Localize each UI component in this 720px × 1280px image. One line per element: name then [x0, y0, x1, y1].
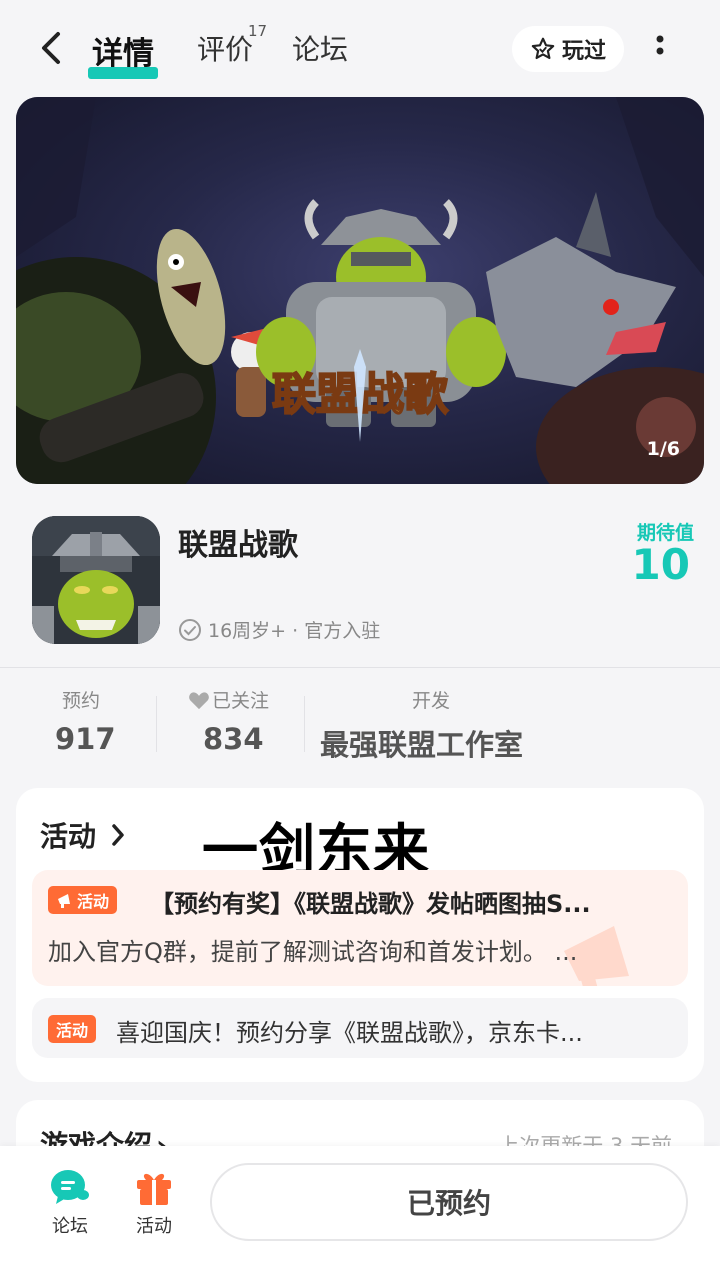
stat-separator [156, 696, 157, 752]
tab-forum[interactable]: 论坛 [292, 28, 348, 68]
played-label: 玩过 [561, 39, 606, 64]
reserved-button[interactable]: 已预约 [210, 1163, 688, 1241]
forum-chat-icon [51, 1170, 89, 1204]
activity-item[interactable]: 活动 喜迎国庆！预约分享《联盟战歌》，京东卡... [32, 998, 688, 1058]
heart-icon [189, 691, 209, 709]
stat-follow-value: 834 [203, 722, 264, 756]
stat-separator [304, 696, 305, 752]
tab-review[interactable]: 评价 [197, 28, 253, 68]
activity-item-desc: 加入官方Q群，提前了解测试咨询和首发计划。 ... [48, 938, 578, 966]
activity-section-title[interactable]: 活动 [40, 815, 96, 855]
screenshot-carousel[interactable]: 联盟战歌 1/6 [16, 97, 704, 484]
review-count-badge: 17 [248, 22, 268, 40]
top-nav: 详情 评价 17 论坛 玩过 [0, 0, 720, 96]
expectation-value: 10 [631, 540, 690, 589]
forum-label: 论坛 [52, 1216, 88, 1237]
activity-button[interactable]: 活动 [124, 1168, 184, 1238]
app-name: 联盟战歌 [178, 528, 298, 563]
stat-developer-value[interactable]: 最强联盟工作室 [320, 722, 523, 764]
activity-badge: 活动 [48, 1015, 97, 1043]
stat-developer-label: 开发 [412, 690, 451, 712]
more-options-icon[interactable] [648, 32, 672, 66]
back-arrow-icon[interactable] [36, 30, 68, 66]
activity-label: 活动 [136, 1216, 172, 1237]
megaphone-icon [58, 894, 70, 908]
star-icon [531, 37, 555, 60]
stat-follow-label: 已关注 [188, 686, 269, 713]
chevron-right-icon[interactable] [110, 822, 126, 848]
app-icon [32, 516, 160, 644]
gift-icon [137, 1173, 171, 1205]
game-artwork: 联盟战歌 [16, 97, 704, 484]
forum-button[interactable]: 论坛 [40, 1168, 100, 1238]
carousel-counter: 1/6 [646, 438, 680, 460]
activity-item[interactable]: 活动 【预约有奖】《联盟战歌》发帖晒图抽S... 加入官方Q群，提前了解测试咨询… [32, 870, 688, 986]
played-button[interactable]: 玩过 [512, 26, 624, 72]
divider [0, 667, 720, 668]
activity-item-title: 喜迎国庆！预约分享《联盟战歌》，京东卡... [116, 1019, 583, 1047]
app-meta-text: 16周岁+ · 官方入驻 [208, 620, 381, 642]
stat-reservation-label: 预约 [62, 690, 101, 712]
tab-detail[interactable]: 详情 [88, 28, 158, 79]
verified-check-icon [179, 618, 201, 641]
app-meta: 16周岁+ · 官方入驻 [178, 616, 380, 643]
activity-badge: 活动 [48, 886, 118, 914]
activity-item-title: 【预约有奖】《联盟战歌》发帖晒图抽S... [150, 890, 591, 918]
stat-reservation-value: 917 [55, 722, 116, 756]
